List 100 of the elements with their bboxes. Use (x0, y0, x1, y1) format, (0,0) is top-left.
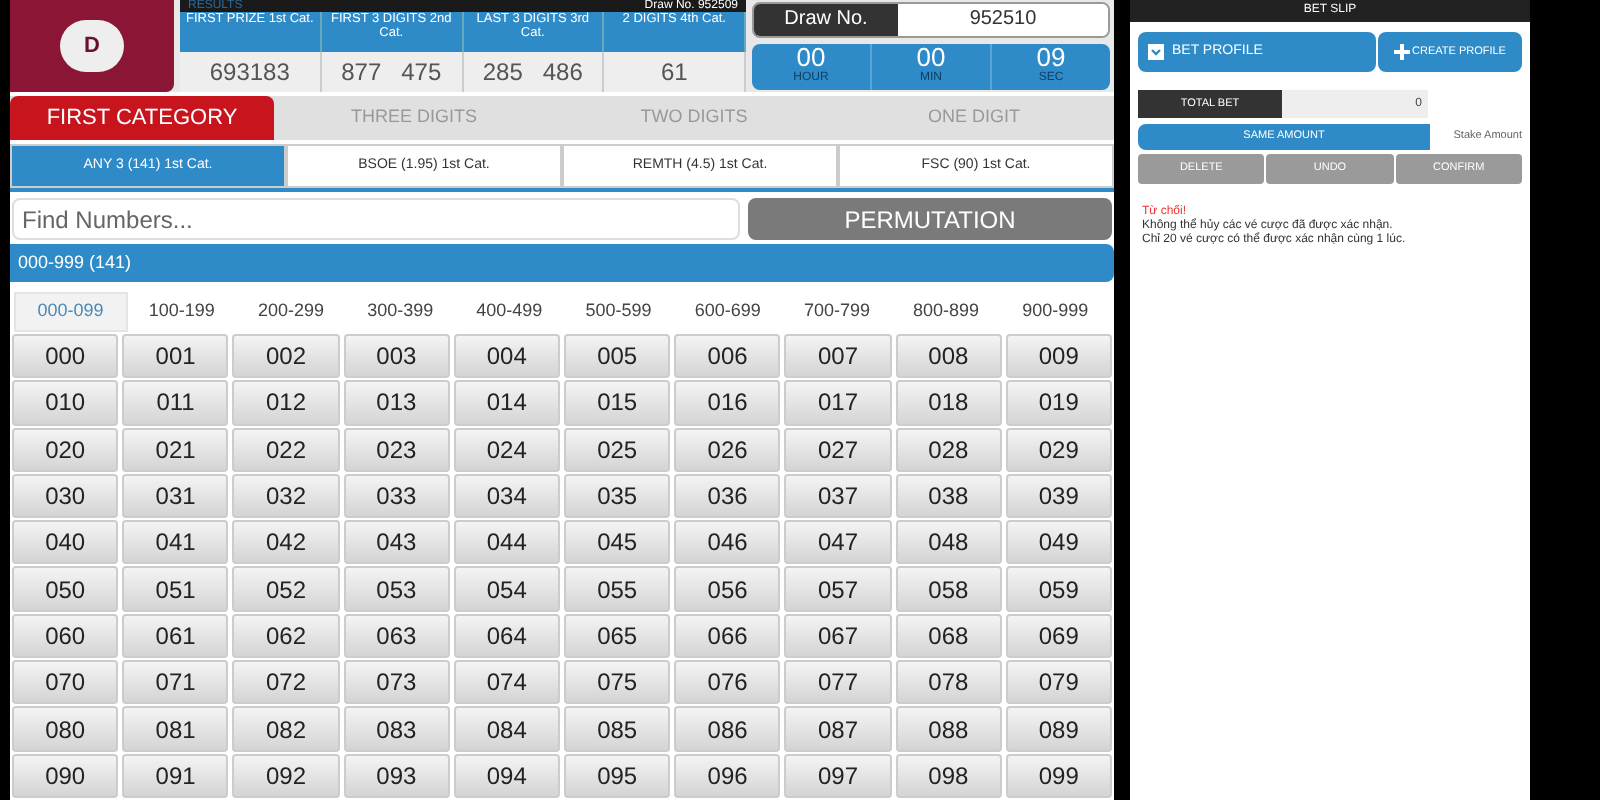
number-button[interactable]: 060 (12, 613, 119, 659)
number-button[interactable]: 012 (232, 380, 340, 426)
number-button[interactable]: 027 (784, 427, 892, 472)
number-button[interactable]: 047 (784, 520, 892, 565)
number-button[interactable]: 024 (453, 427, 560, 472)
number-button[interactable]: 038 (895, 473, 1002, 519)
number-button[interactable]: 059 (1005, 566, 1112, 612)
number-button[interactable]: 074 (453, 660, 560, 705)
number-button[interactable]: 057 (784, 566, 892, 612)
number-button[interactable]: 043 (343, 520, 450, 565)
number-button[interactable]: 077 (784, 660, 892, 705)
number-button[interactable]: 002 (232, 334, 340, 379)
number-button[interactable]: 021 (122, 427, 229, 472)
number-button[interactable]: 036 (674, 473, 781, 519)
find-numbers-field[interactable]: Find Numbers... (12, 198, 740, 240)
number-button[interactable]: 009 (1005, 334, 1112, 379)
number-button[interactable]: 011 (122, 380, 229, 426)
number-button[interactable]: 096 (674, 753, 781, 798)
number-button[interactable]: 014 (453, 380, 560, 426)
range-tab[interactable]: 900-999 (1000, 292, 1110, 332)
number-button[interactable]: 035 (564, 473, 671, 519)
number-button[interactable]: 044 (453, 520, 560, 565)
profile-checkbox[interactable] (1148, 44, 1164, 60)
number-button[interactable]: 079 (1005, 660, 1112, 705)
range-tab[interactable]: 400-499 (454, 292, 564, 332)
range-tab[interactable]: 600-699 (673, 292, 783, 332)
number-button[interactable]: 066 (674, 613, 781, 659)
number-button[interactable]: 029 (1005, 427, 1112, 472)
number-button[interactable]: 041 (122, 520, 229, 565)
number-button[interactable]: 081 (122, 706, 229, 752)
number-button[interactable]: 062 (232, 613, 340, 659)
number-button[interactable]: 022 (232, 427, 340, 472)
number-button[interactable]: 030 (12, 473, 119, 519)
number-button[interactable]: 094 (453, 753, 560, 798)
number-button[interactable]: 082 (232, 706, 340, 752)
number-button[interactable]: 016 (674, 380, 781, 426)
number-button[interactable]: 064 (453, 613, 560, 659)
number-button[interactable]: 091 (122, 753, 229, 798)
number-button[interactable]: 065 (564, 613, 671, 659)
number-button[interactable]: 068 (895, 613, 1002, 659)
number-button[interactable]: 069 (1005, 613, 1112, 659)
number-button[interactable]: 020 (12, 427, 119, 472)
number-button[interactable]: 007 (784, 334, 892, 379)
number-button[interactable]: 089 (1005, 706, 1112, 752)
number-button[interactable]: 017 (784, 380, 892, 426)
number-button[interactable]: 013 (343, 380, 450, 426)
number-button[interactable]: 093 (343, 753, 450, 798)
number-button[interactable]: 095 (564, 753, 671, 798)
number-button[interactable]: 003 (343, 334, 450, 379)
number-button[interactable]: 031 (122, 473, 229, 519)
number-button[interactable]: 084 (453, 706, 560, 752)
number-button[interactable]: 032 (232, 473, 340, 519)
number-button[interactable]: 004 (453, 334, 560, 379)
number-button[interactable]: 001 (122, 334, 229, 379)
number-button[interactable]: 090 (12, 753, 119, 798)
number-button[interactable]: 018 (895, 380, 1002, 426)
number-button[interactable]: 063 (343, 613, 450, 659)
number-button[interactable]: 080 (12, 706, 119, 752)
number-button[interactable]: 046 (674, 520, 781, 565)
number-button[interactable]: 025 (564, 427, 671, 472)
number-button[interactable]: 054 (453, 566, 560, 612)
number-button[interactable]: 071 (122, 660, 229, 705)
range-tab[interactable]: 300-399 (345, 292, 455, 332)
number-button[interactable]: 070 (12, 660, 119, 705)
range-tab[interactable]: 700-799 (782, 292, 892, 332)
number-button[interactable]: 039 (1005, 473, 1112, 519)
number-button[interactable]: 092 (232, 753, 340, 798)
number-button[interactable]: 098 (895, 753, 1002, 798)
number-button[interactable]: 006 (674, 334, 781, 379)
number-button[interactable]: 040 (12, 520, 119, 565)
number-button[interactable]: 000 (12, 334, 119, 379)
number-button[interactable]: 008 (895, 334, 1002, 379)
range-tab[interactable]: 100-199 (127, 292, 237, 332)
number-button[interactable]: 045 (564, 520, 671, 565)
number-button[interactable]: 042 (232, 520, 340, 565)
number-button[interactable]: 026 (674, 427, 781, 472)
number-button[interactable]: 075 (564, 660, 671, 705)
number-button[interactable]: 072 (232, 660, 340, 705)
number-button[interactable]: 049 (1005, 520, 1112, 565)
number-button[interactable]: 023 (343, 427, 450, 472)
number-button[interactable]: 033 (343, 473, 450, 519)
category-tab[interactable]: FIRST CATEGORY (10, 96, 274, 140)
number-button[interactable]: 083 (343, 706, 450, 752)
number-button[interactable]: 085 (564, 706, 671, 752)
number-button[interactable]: 005 (564, 334, 671, 379)
number-button[interactable]: 088 (895, 706, 1002, 752)
number-button[interactable]: 053 (343, 566, 450, 612)
number-button[interactable]: 061 (122, 613, 229, 659)
number-button[interactable]: 087 (784, 706, 892, 752)
number-button[interactable]: 056 (674, 566, 781, 612)
number-button[interactable]: 073 (343, 660, 450, 705)
number-button[interactable]: 097 (784, 753, 892, 798)
number-button[interactable]: 076 (674, 660, 781, 705)
range-tab[interactable]: 500-599 (563, 292, 674, 332)
number-button[interactable]: 034 (453, 473, 560, 519)
number-button[interactable]: 055 (564, 566, 671, 612)
number-button[interactable]: 048 (895, 520, 1002, 565)
number-button[interactable]: 099 (1005, 753, 1112, 798)
number-button[interactable]: 078 (895, 660, 1002, 705)
number-button[interactable]: 019 (1005, 380, 1112, 426)
